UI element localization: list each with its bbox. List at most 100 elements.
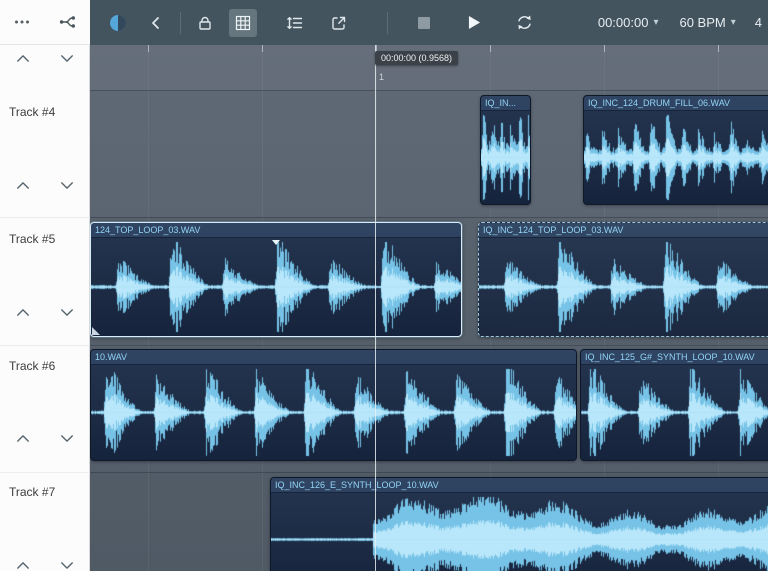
- clip-fade-handle[interactable]: [272, 240, 280, 245]
- clip-header: 10.WAV: [91, 350, 576, 365]
- chevron-down-icon: [61, 181, 73, 189]
- toolbar-main: 00:00:00 ▾ 60 BPM ▾ 4: [90, 0, 768, 45]
- chevron-down-icon: [61, 561, 73, 569]
- loop-icon: [517, 15, 531, 30]
- sidebar-divider: [0, 217, 90, 218]
- chevron-down-button[interactable]: [57, 430, 77, 446]
- chevron-up-icon: [17, 434, 29, 442]
- back-button[interactable]: [142, 9, 170, 37]
- track-reorder-controls: [0, 50, 90, 66]
- chevron-left-icon: [152, 16, 159, 29]
- lane-divider: [90, 472, 768, 473]
- audio-clip-selected[interactable]: 124_TOP_LOOP_03.WAV: [90, 222, 462, 337]
- lock-button[interactable]: [191, 9, 219, 37]
- open-external-button[interactable]: [325, 9, 353, 37]
- clip-title: 10.WAV: [95, 352, 128, 362]
- clip-title: IQ_INC_126_E_SYNTH_LOOP_10.WAV: [275, 480, 439, 490]
- clip-title: IQ_INC_124_TOP_LOOP_03.WAV: [483, 225, 624, 235]
- audio-clip[interactable]: 10.WAV: [90, 349, 577, 461]
- chevron-down-button[interactable]: [57, 304, 77, 320]
- time-display[interactable]: 00:00:00 ▾: [598, 15, 659, 30]
- chevron-up-button[interactable]: [13, 177, 33, 193]
- track-label[interactable]: Track #5: [9, 232, 55, 246]
- contrast-icon: [110, 14, 126, 31]
- play-button[interactable]: [460, 9, 488, 37]
- clip-title: IQ_INC_124_DRUM_FILL_06.WAV: [588, 98, 731, 108]
- audio-clip[interactable]: IQ_IN...: [480, 95, 531, 205]
- ruler-tick: [718, 45, 719, 52]
- audio-clip[interactable]: IQ_INC_125_G#_SYNTH_LOOP_10.WAV: [580, 349, 768, 461]
- time-value: 00:00:00: [597, 15, 649, 30]
- clip-header: IQ_INC_125_G#_SYNTH_LOOP_10.WAV: [581, 350, 768, 365]
- waveform: [91, 239, 461, 335]
- chevron-up-button[interactable]: [13, 430, 33, 446]
- ruler-tick: [148, 45, 149, 52]
- clip-title: 124_TOP_LOOP_03.WAV: [95, 225, 201, 235]
- ruler-tick: [490, 45, 491, 52]
- caret-down-icon: ▾: [730, 16, 736, 28]
- clip-header: IQ_INC_126_E_SYNTH_LOOP_10.WAV: [271, 478, 768, 493]
- track-list-button[interactable]: [281, 9, 309, 37]
- transport-readouts: 00:00:00 ▾ 60 BPM ▾ 4: [598, 15, 762, 30]
- waveform: [271, 494, 768, 571]
- track-label[interactable]: Track #4: [9, 105, 55, 119]
- clip-header: 124_TOP_LOOP_03.WAV: [91, 223, 461, 238]
- chevron-down-button[interactable]: [57, 177, 77, 193]
- waveform: [481, 112, 530, 203]
- contrast-button[interactable]: [104, 9, 132, 37]
- bpm-display[interactable]: 60 BPM ▾: [679, 15, 735, 30]
- audio-clip[interactable]: IQ_INC_124_DRUM_FILL_06.WAV: [583, 95, 768, 205]
- menu-button[interactable]: [8, 8, 36, 36]
- playhead-tooltip: 00:00:00 (0.9568): [375, 51, 459, 65]
- chevron-up-button[interactable]: [13, 304, 33, 320]
- ellipsis-icon: [15, 20, 29, 24]
- chevron-down-button[interactable]: [57, 50, 77, 66]
- sidebar-divider: [0, 345, 90, 346]
- split-tool-icon: [59, 16, 75, 28]
- split-tool-button[interactable]: [54, 8, 82, 36]
- toolbar: 00:00:00 ▾ 60 BPM ▾ 4: [0, 0, 768, 45]
- external-link-icon: [332, 16, 346, 30]
- list-icon: [287, 16, 303, 29]
- time-signature-display[interactable]: 4: [755, 15, 762, 30]
- ruler-tick: [604, 45, 605, 52]
- track-label[interactable]: Track #6: [9, 359, 55, 373]
- chevron-up-icon: [17, 308, 29, 316]
- chevron-down-icon: [61, 54, 73, 62]
- waveform: [584, 112, 768, 203]
- lane-divider: [90, 90, 768, 91]
- track-reorder-controls: [0, 430, 90, 446]
- track-sidebar: Track #4 Track #5 Track #6 Track #7: [0, 45, 90, 571]
- audio-clip-ghost[interactable]: IQ_INC_124_TOP_LOOP_03.WAV: [478, 222, 768, 337]
- clip-resize-handle[interactable]: [92, 327, 100, 335]
- grid-snap-button[interactable]: [229, 8, 257, 37]
- playhead: [375, 45, 376, 571]
- lock-icon: [199, 16, 211, 30]
- track-reorder-controls: [0, 557, 90, 571]
- waveform: [91, 366, 576, 459]
- chevron-up-button[interactable]: [13, 557, 33, 571]
- timeline: IQ_IN... IQ_INC_124_DRUM_FILL_06.WAV 124…: [90, 45, 768, 571]
- stop-button[interactable]: [410, 9, 438, 37]
- clip-header: IQ_INC_124_TOP_LOOP_03.WAV: [479, 223, 768, 238]
- track-reorder-controls: [0, 177, 90, 193]
- ruler-tick: [262, 45, 263, 52]
- daw-app: 00:00:00 ▾ 60 BPM ▾ 4 Track #4 Track #5 …: [0, 0, 768, 571]
- toolbar-divider: [180, 11, 181, 34]
- lane-divider: [90, 217, 768, 218]
- time-signature-value: 4: [754, 15, 762, 30]
- sidebar-divider: [0, 472, 90, 473]
- track-label[interactable]: Track #7: [9, 485, 55, 499]
- audio-clip[interactable]: IQ_INC_126_E_SYNTH_LOOP_10.WAV: [270, 477, 768, 571]
- bpm-value: 60 BPM: [679, 15, 726, 30]
- toolbar-left-panel: [0, 0, 90, 45]
- chevron-down-button[interactable]: [57, 557, 77, 571]
- track-reorder-controls: [0, 304, 90, 320]
- bar-number: 1: [379, 72, 385, 82]
- toolbar-divider: [387, 11, 388, 34]
- loop-button[interactable]: [510, 9, 538, 37]
- chevron-up-icon: [17, 561, 29, 569]
- chevron-down-icon: [61, 308, 73, 316]
- chevron-up-button[interactable]: [13, 50, 33, 66]
- lane-divider: [90, 345, 768, 346]
